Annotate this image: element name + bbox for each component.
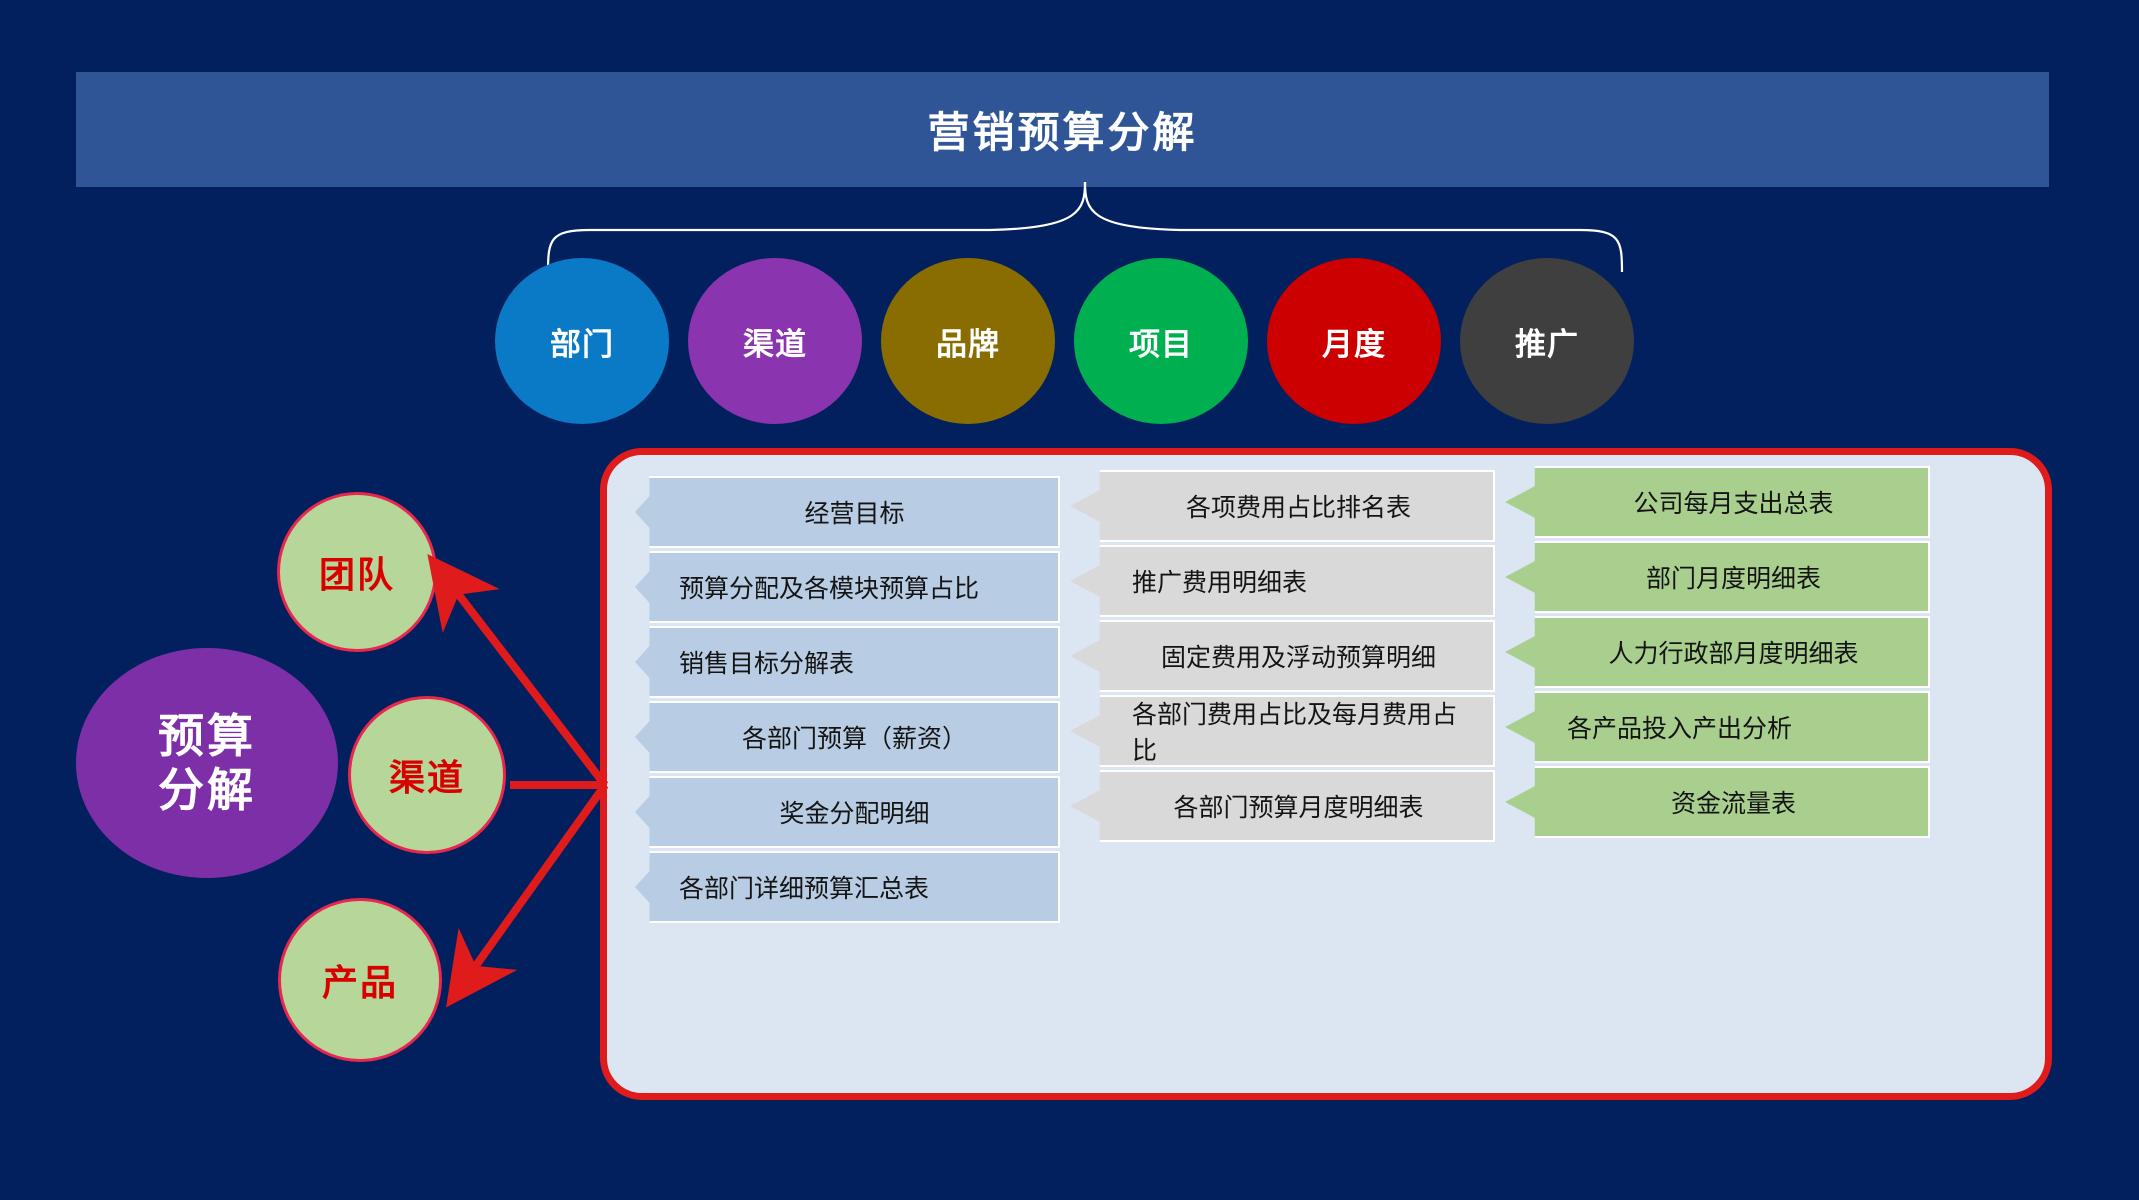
dimension-circle-label: 品牌 xyxy=(936,326,1000,362)
report-item-label: 各部门预算（薪资） xyxy=(741,725,967,753)
dimension-circle-department[interactable]: 部门 xyxy=(495,258,669,424)
report-item-label: 公司每月支出总表 xyxy=(1633,490,1834,518)
report-item-label: 各产品投入产出分析 xyxy=(1567,715,1793,743)
report-item[interactable]: 各部门预算月度明细表 xyxy=(1070,770,1495,842)
dimension-circle-label: 部门 xyxy=(550,326,614,362)
report-item[interactable]: 销售目标分解表 xyxy=(635,626,1060,698)
dimension-circle-monthly[interactable]: 月度 xyxy=(1267,258,1441,424)
dimension-circle-label: 项目 xyxy=(1129,326,1193,362)
report-item[interactable]: 各产品投入产出分析 xyxy=(1505,691,1930,763)
report-item-label: 资金流量表 xyxy=(1670,790,1796,818)
report-item[interactable]: 固定费用及浮动预算明细 xyxy=(1070,620,1495,692)
report-item-label: 经营目标 xyxy=(804,500,905,528)
report-item-label: 部门月度明细表 xyxy=(1645,565,1821,593)
title-bar: 营销预算分解 xyxy=(76,72,2049,187)
dimension-circle-label: 月度 xyxy=(1322,326,1386,362)
report-item[interactable]: 推广费用明细表 xyxy=(1070,545,1495,617)
expense-detail-column: 各项费用占比排名表 推广费用明细表 固定费用及浮动预算明细 各部门费用占比及每月… xyxy=(1070,448,1495,1100)
monthly-report-column: 公司每月支出总表 部门月度明细表 人力行政部月度明细表 各产品投入产出分析 资金… xyxy=(1505,448,1930,1100)
report-item-label: 人力行政部月度明细表 xyxy=(1608,640,1859,668)
source-label-line2: 分解 xyxy=(158,764,256,816)
report-item[interactable]: 奖金分配明细 xyxy=(635,776,1060,848)
dimension-circle-row: 部门 渠道 品牌 项目 月度 推广 xyxy=(495,258,1635,428)
dimension-circle-project[interactable]: 项目 xyxy=(1074,258,1248,424)
dimension-circle-promotion[interactable]: 推广 xyxy=(1460,258,1634,424)
report-item-label: 各部门详细预算汇总表 xyxy=(679,875,930,903)
report-item[interactable]: 人力行政部月度明细表 xyxy=(1505,616,1930,688)
report-item[interactable]: 各项费用占比排名表 xyxy=(1070,470,1495,542)
branch-circle-label: 团队 xyxy=(318,554,395,595)
slide-canvas: 营销预算分解 部门 渠道 品牌 项目 月度 推广 预算 分解 团队 渠道 产品 … xyxy=(0,0,2139,1200)
report-item-label: 各部门费用占比及每月费用占比 xyxy=(1132,701,1458,765)
source-label-line1: 预算 xyxy=(158,709,256,762)
report-item-label: 固定费用及浮动预算明细 xyxy=(1160,644,1436,672)
report-item-label: 奖金分配明细 xyxy=(779,800,930,828)
report-item[interactable]: 部门月度明细表 xyxy=(1505,541,1930,613)
report-columns: 经营目标 预算分配及各模块预算占比 销售目标分解表 各部门预算（薪资） 奖金分配… xyxy=(600,448,2052,1100)
report-item[interactable]: 经营目标 xyxy=(635,476,1060,548)
report-item-label: 各项费用占比排名表 xyxy=(1185,494,1411,522)
dimension-circle-label: 渠道 xyxy=(743,326,807,362)
dimension-circle-brand[interactable]: 品牌 xyxy=(881,258,1055,424)
report-item[interactable]: 资金流量表 xyxy=(1505,766,1930,838)
report-item[interactable]: 公司每月支出总表 xyxy=(1505,466,1930,538)
report-item-label: 各部门预算月度明细表 xyxy=(1173,794,1424,822)
dimension-circle-label: 推广 xyxy=(1515,326,1579,362)
branch-circle-label: 产品 xyxy=(321,962,398,1003)
source-circle-budget-breakdown[interactable]: 预算 分解 xyxy=(76,648,338,878)
report-item-label: 预算分配及各模块预算占比 xyxy=(679,575,980,603)
page-title: 营销预算分解 xyxy=(927,109,1198,156)
budget-planning-column: 经营目标 预算分配及各模块预算占比 销售目标分解表 各部门预算（薪资） 奖金分配… xyxy=(635,448,1060,1100)
dimension-circle-channel[interactable]: 渠道 xyxy=(688,258,862,424)
report-item[interactable]: 各部门预算（薪资） xyxy=(635,701,1060,773)
report-item-label: 推广费用明细表 xyxy=(1132,569,1308,597)
report-item[interactable]: 各部门费用占比及每月费用占比 xyxy=(1070,695,1495,767)
report-item[interactable]: 各部门详细预算汇总表 xyxy=(635,851,1060,923)
report-item-label: 销售目标分解表 xyxy=(679,650,855,678)
report-item[interactable]: 预算分配及各模块预算占比 xyxy=(635,551,1060,623)
